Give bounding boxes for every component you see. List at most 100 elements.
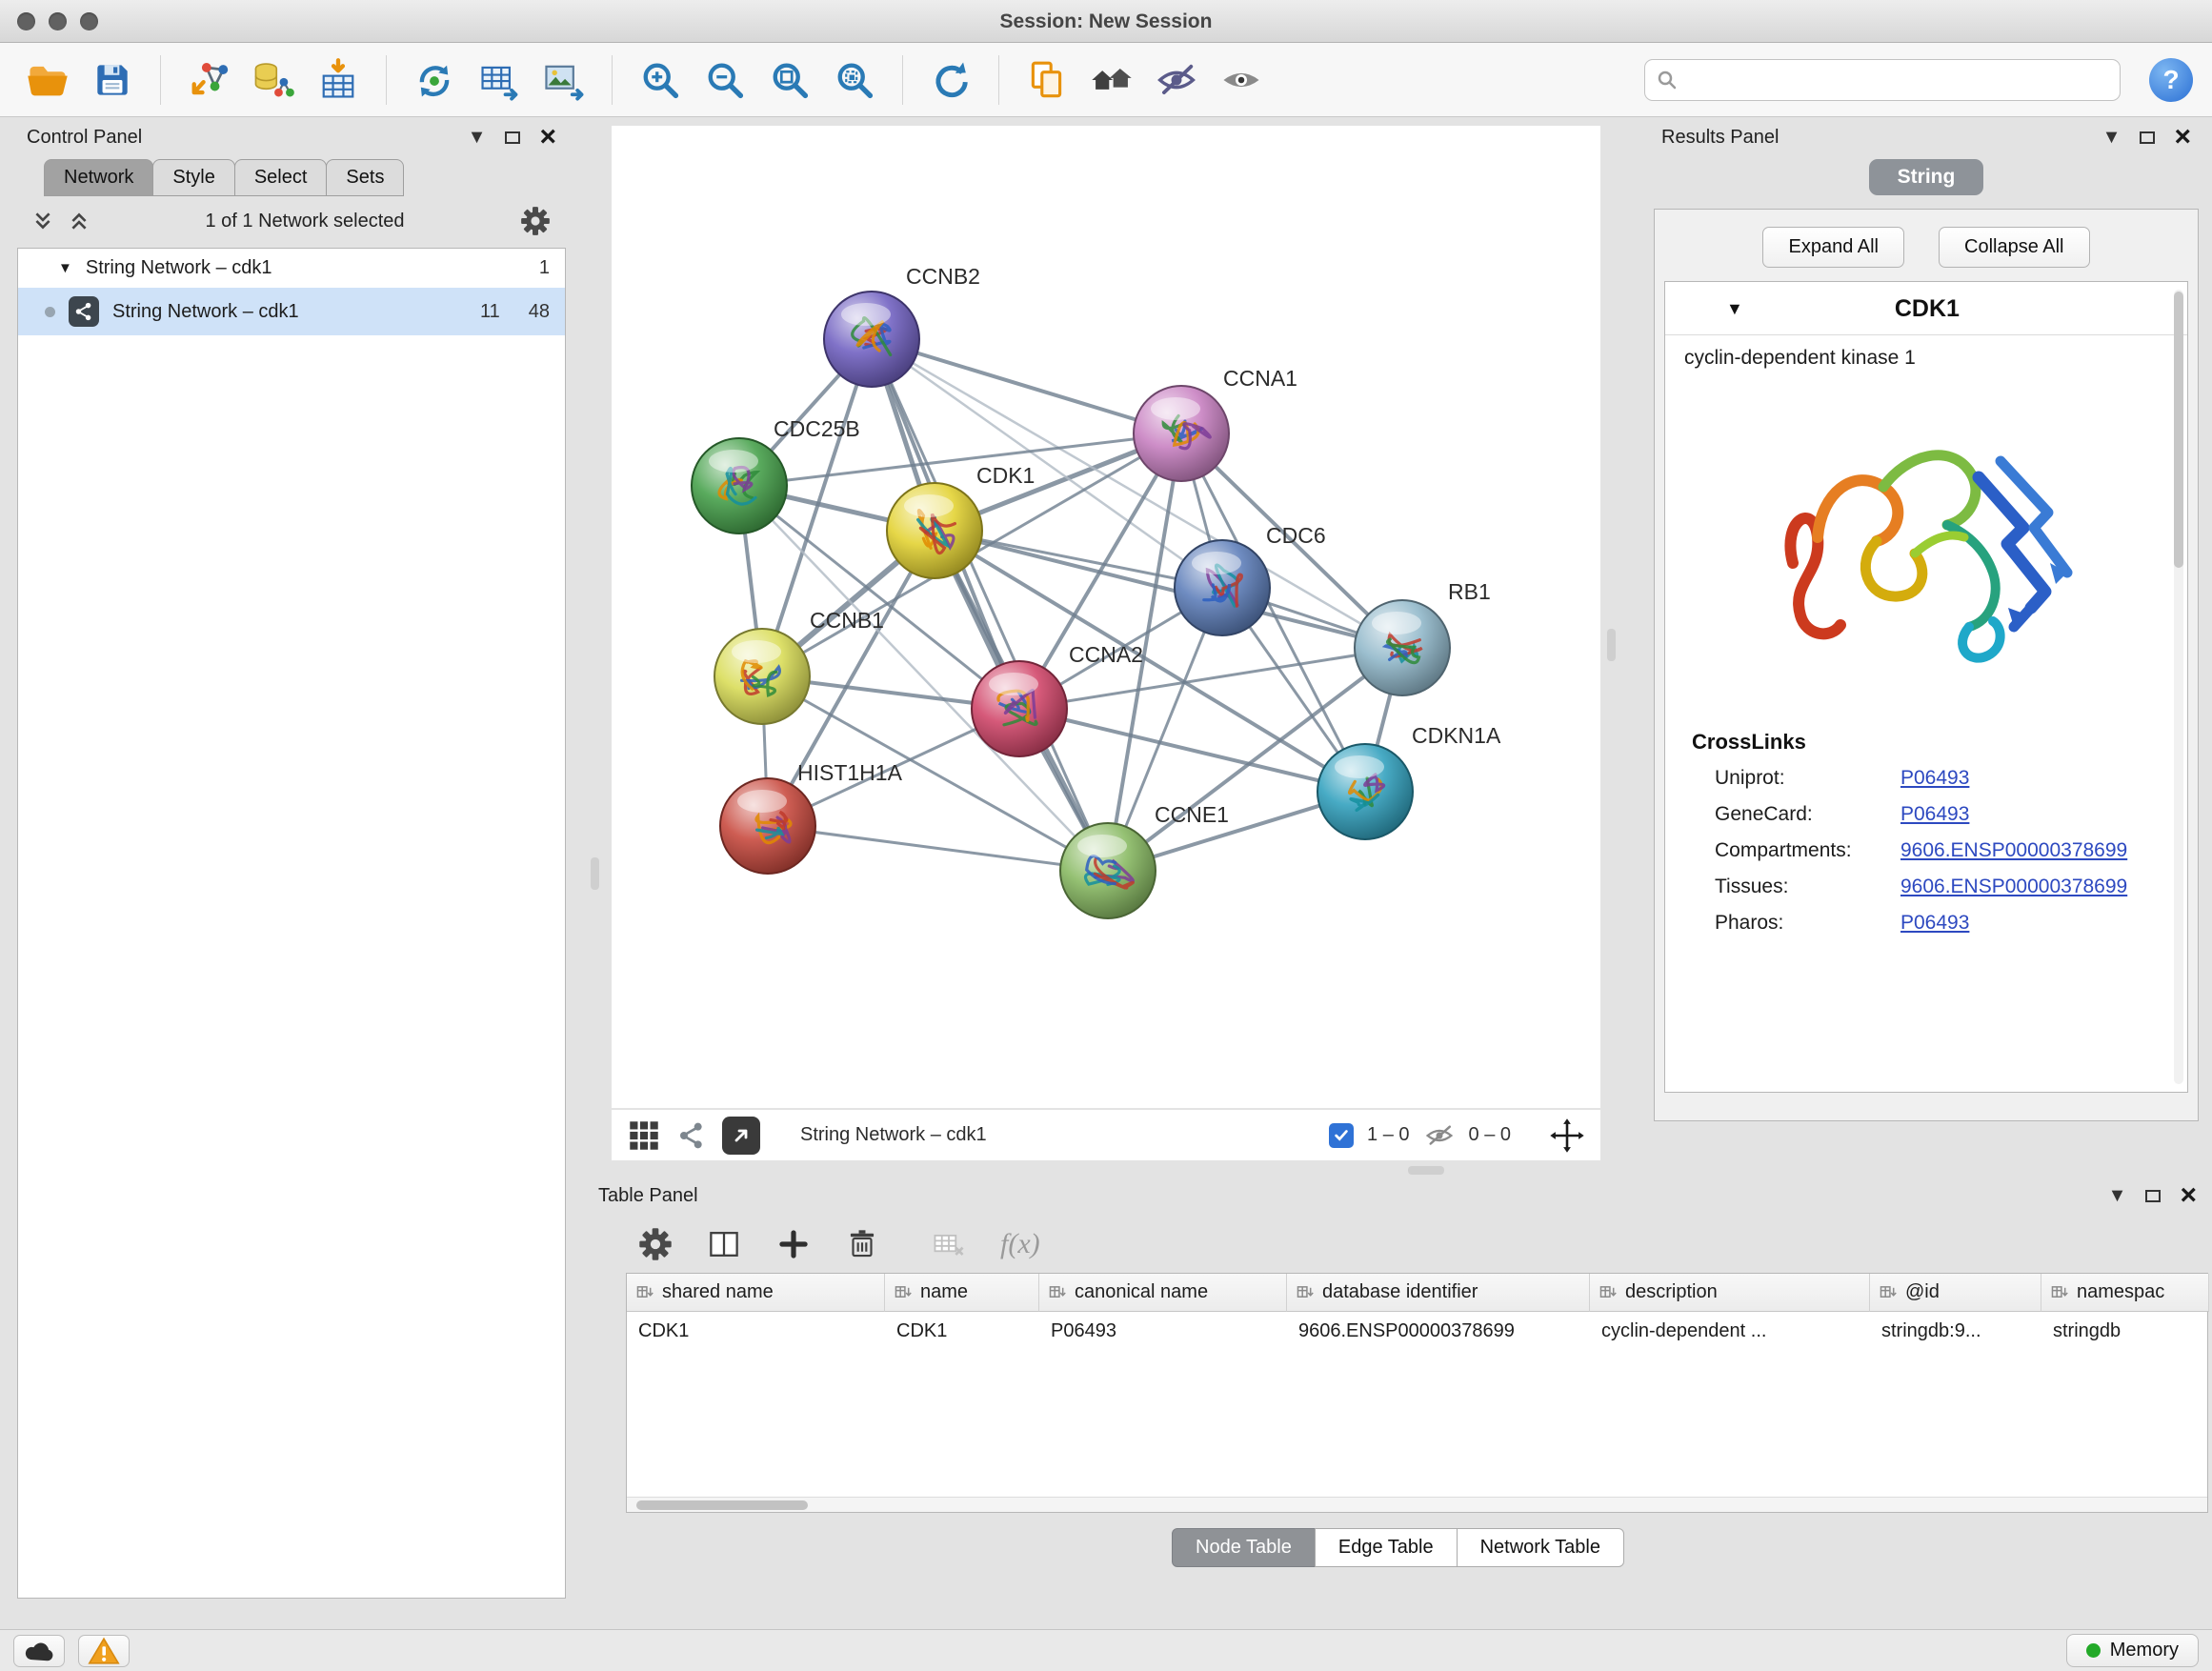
network-row-selected[interactable]: String Network – cdk1 11 48 <box>18 288 565 335</box>
zoom-selected-button[interactable] <box>826 50 883 110</box>
tab-style[interactable]: Style <box>152 159 234 196</box>
table-cell[interactable]: P06493 <box>1039 1312 1287 1351</box>
tab-select[interactable]: Select <box>234 159 328 196</box>
clone-network-button[interactable] <box>1018 50 1076 110</box>
column-header-database-identifier[interactable]: database identifier <box>1287 1274 1590 1312</box>
column-header-shared-name[interactable]: shared name <box>627 1274 885 1312</box>
gene-section-header[interactable]: ▼ CDK1 <box>1665 282 2187 335</box>
panel-float-icon[interactable] <box>505 131 520 144</box>
right-splitter-handle[interactable] <box>1607 629 1616 661</box>
import-network-from-file-button[interactable] <box>180 50 237 110</box>
warnings-button[interactable] <box>78 1635 130 1667</box>
zoom-fit-icon <box>767 57 813 103</box>
add-column-icon[interactable] <box>705 1225 743 1263</box>
zoom-fit-button[interactable] <box>761 50 818 110</box>
close-window-button[interactable] <box>17 12 35 30</box>
panel-close-icon[interactable]: × <box>2180 1184 2197 1207</box>
grid-view-icon[interactable] <box>627 1118 661 1153</box>
table-hscrollbar-thumb[interactable] <box>636 1500 808 1510</box>
network-view-canvas[interactable]: CCNB2CCNA1CDC25BCDK1CDC6RB1CCNB1CCNA2CDK… <box>612 126 1600 1108</box>
column-header-description[interactable]: description <box>1590 1274 1870 1312</box>
panel-collapse-icon[interactable]: ▼ <box>468 128 487 147</box>
panel-close-icon[interactable]: × <box>539 126 556 149</box>
zoom-out-button[interactable] <box>696 50 754 110</box>
table-gear-icon[interactable] <box>638 1227 673 1261</box>
network-edge[interactable] <box>768 826 1108 871</box>
gene-description: cyclin-dependent kinase 1 <box>1665 335 2187 372</box>
network-edge[interactable] <box>872 339 1108 871</box>
horizontal-splitter-handle[interactable] <box>1408 1166 1444 1175</box>
column-header-namespac[interactable]: namespac <box>2041 1274 2209 1312</box>
refresh-button[interactable] <box>922 50 979 110</box>
network-collection-row[interactable]: ▼ String Network – cdk1 1 <box>18 249 565 288</box>
help-button[interactable]: ? <box>2149 58 2193 102</box>
panel-collapse-icon[interactable]: ▼ <box>2108 1186 2127 1205</box>
selected-checkbox-icon[interactable] <box>1329 1123 1354 1148</box>
table-cell[interactable]: cyclin-dependent ... <box>1590 1312 1870 1351</box>
network-graph[interactable]: CCNB2CCNA1CDC25BCDK1CDC6RB1CCNB1CCNA2CDK… <box>612 126 1600 1108</box>
section-collapse-triangle-icon[interactable]: ▼ <box>1726 299 1743 319</box>
collapse-all-chevrons-icon[interactable] <box>69 211 90 232</box>
search-input[interactable] <box>1685 69 2108 91</box>
table-cell[interactable]: stringdb <box>2041 1312 2209 1351</box>
move-crosshair-icon[interactable] <box>1549 1117 1585 1154</box>
table-cell[interactable]: stringdb:9... <box>1870 1312 2041 1351</box>
table-cell[interactable]: 9606.ENSP00000378699 <box>1287 1312 1590 1351</box>
table-hscrollbar-track[interactable] <box>627 1497 2207 1512</box>
tab-network-table[interactable]: Network Table <box>1457 1528 1624 1567</box>
collapse-all-button[interactable]: Collapse All <box>1939 227 2090 268</box>
column-header--id[interactable]: @id <box>1870 1274 2041 1312</box>
hide-graphics-button[interactable] <box>1148 50 1205 110</box>
hidden-eye-slash-icon[interactable] <box>1423 1119 1456 1152</box>
birds-eye-button[interactable] <box>1083 50 1140 110</box>
crosslink-value-link[interactable]: 9606.ENSP00000378699 <box>1900 876 2127 898</box>
results-panel-title: Results Panel <box>1661 127 1779 149</box>
import-network-from-database-button[interactable] <box>245 50 302 110</box>
import-table-button[interactable] <box>310 50 367 110</box>
crosslink-value-link[interactable]: P06493 <box>1900 803 1969 826</box>
left-splitter-handle[interactable] <box>591 857 599 890</box>
tab-edge-table[interactable]: Edge Table <box>1315 1528 1458 1567</box>
export-table-button[interactable] <box>471 50 528 110</box>
column-header-name[interactable]: name <box>885 1274 1039 1312</box>
panel-float-icon[interactable] <box>2145 1190 2161 1202</box>
panel-collapse-icon[interactable]: ▼ <box>2102 128 2122 147</box>
arrow-up-right-icon <box>730 1124 753 1147</box>
tab-network[interactable]: Network <box>44 159 153 196</box>
network-edge[interactable] <box>1019 709 1365 792</box>
table-cell[interactable]: CDK1 <box>627 1312 885 1351</box>
new-network-button[interactable] <box>406 50 463 110</box>
string-results-tab[interactable]: String <box>1869 159 1984 195</box>
column-header-canonical-name[interactable]: canonical name <box>1039 1274 1287 1312</box>
birdseye-toggle-icon[interactable] <box>676 1120 707 1151</box>
tab-node-table[interactable]: Node Table <box>1172 1528 1316 1567</box>
panel-float-icon[interactable] <box>2140 131 2155 144</box>
function-builder-icon[interactable]: f(x) <box>1000 1228 1040 1260</box>
cloud-status-button[interactable] <box>13 1635 65 1667</box>
open-in-new-window-button[interactable] <box>722 1117 760 1155</box>
results-scrollbar-thumb[interactable] <box>2174 292 2183 568</box>
open-session-button[interactable] <box>19 50 76 110</box>
export-image-button[interactable] <box>535 50 593 110</box>
tab-sets[interactable]: Sets <box>326 159 404 196</box>
panel-close-icon[interactable]: × <box>2174 126 2191 149</box>
tree-expand-triangle-icon[interactable]: ▼ <box>58 260 72 276</box>
crosslink-value-link[interactable]: P06493 <box>1900 767 1969 790</box>
crosslink-value-link[interactable]: P06493 <box>1900 912 1969 935</box>
show-graphics-button[interactable] <box>1213 50 1270 110</box>
status-bar: Memory <box>0 1629 2212 1671</box>
add-row-plus-icon[interactable] <box>775 1226 812 1262</box>
zoom-window-button[interactable] <box>80 12 98 30</box>
zoom-in-button[interactable] <box>632 50 689 110</box>
expand-all-chevrons-icon[interactable] <box>32 211 53 232</box>
delete-trash-icon[interactable] <box>844 1226 880 1262</box>
crosslink-value-link[interactable]: 9606.ENSP00000378699 <box>1900 839 2127 862</box>
memory-button[interactable]: Memory <box>2066 1634 2199 1667</box>
expand-all-button[interactable]: Expand All <box>1762 227 1904 268</box>
gear-icon[interactable] <box>520 206 551 236</box>
warning-triangle-icon <box>87 1636 121 1666</box>
table-cell[interactable]: CDK1 <box>885 1312 1039 1351</box>
minimize-window-button[interactable] <box>49 12 67 30</box>
save-session-button[interactable] <box>84 50 141 110</box>
table-row[interactable]: CDK1CDK1P064939606.ENSP00000378699cyclin… <box>627 1312 2207 1351</box>
